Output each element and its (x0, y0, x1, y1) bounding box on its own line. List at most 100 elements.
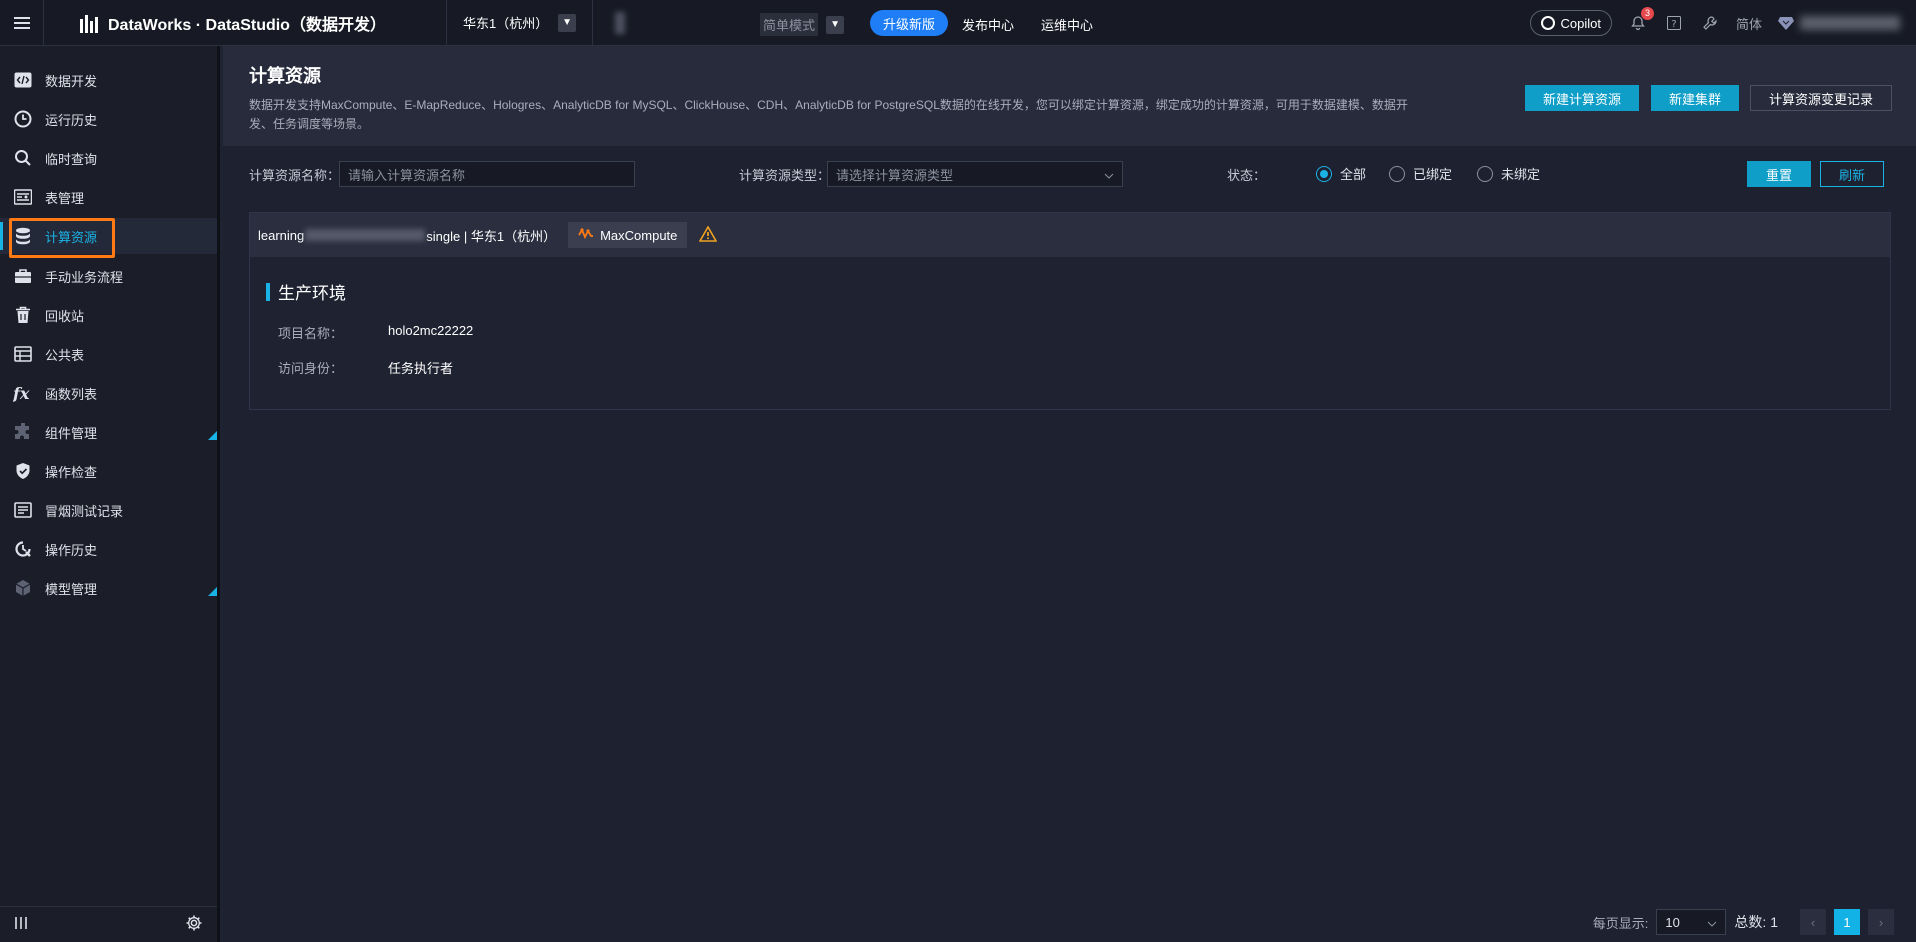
warning-icon[interactable] (699, 224, 718, 245)
status-radio-bound[interactable]: 已绑定 (1389, 164, 1452, 183)
sidebar-item-label: 公共表 (45, 347, 85, 363)
radio-unchecked-icon (1389, 165, 1405, 182)
field-access-identity: 访问身份： 任务执行者 (278, 358, 453, 377)
chevron-down-icon[interactable]: ▼ (558, 13, 576, 32)
page-number-button[interactable]: 1 (1834, 909, 1860, 935)
menu-toggle-icon[interactable] (0, 0, 44, 46)
region-selector[interactable]: 华东1（杭州） ▼ (447, 0, 593, 46)
sidebar-item-label: 手动业务流程 (45, 269, 124, 285)
sidebar-item-public-table[interactable]: 公共表 (0, 336, 217, 372)
status-radio-unbound[interactable]: 未绑定 (1477, 164, 1540, 183)
code-icon (13, 70, 33, 90)
language-switch[interactable]: 简体 (1736, 14, 1762, 33)
svg-text:fx: fx (13, 384, 30, 402)
status-option-label: 已绑定 (1413, 167, 1453, 182)
sidebar-item-label: 运行历史 (45, 112, 98, 128)
user-menu[interactable] (1778, 16, 1900, 30)
sidebar-item-label: 表管理 (45, 190, 85, 206)
expand-indicator-icon (208, 587, 217, 596)
nav-release-center[interactable]: 发布中心 (962, 15, 1014, 34)
sidebar-item-label: 数据开发 (45, 73, 98, 89)
page-size-select[interactable]: 10 (1656, 909, 1727, 935)
sidebar-item-label: 冒烟测试记录 (45, 503, 124, 519)
sidebar-item-model-manage[interactable]: 模型管理 (0, 570, 217, 606)
nav-ops-center[interactable]: 运维中心 (1041, 15, 1093, 34)
sidebar-item-smoke-test-log[interactable]: 冒烟测试记录 (0, 492, 217, 528)
status-radio-all[interactable]: 全部 (1316, 164, 1366, 183)
upgrade-button[interactable]: 升级新版 (870, 10, 949, 36)
radio-unchecked-icon (1477, 165, 1493, 182)
name-filter-input[interactable]: 请输入计算资源名称 (339, 161, 635, 187)
field-value: 任务执行者 (388, 361, 454, 376)
help-icon[interactable]: ? (1664, 13, 1684, 33)
dataworks-logo-icon (80, 13, 100, 33)
page-description: 数据开发支持MaxCompute、E-MapReduce、Hologres、An… (249, 98, 1408, 131)
table-manage-icon (13, 187, 33, 207)
type-filter-select[interactable]: 请选择计算资源类型 (827, 161, 1123, 187)
card-header: learning single | 华东1（杭州） MaxCompute (250, 213, 1890, 257)
shield-check-icon (13, 461, 33, 481)
bell-icon[interactable]: 3 (1628, 7, 1654, 33)
compute-resource-card: learning single | 华东1（杭州） MaxCompute 生产环… (249, 212, 1891, 410)
trash-icon (13, 305, 33, 325)
history-icon (13, 539, 33, 559)
type-filter-placeholder: 请选择计算资源类型 (836, 167, 954, 183)
refresh-button[interactable]: 刷新 (1820, 161, 1884, 187)
status-option-label: 全部 (1340, 167, 1367, 182)
sidebar-item-run-history[interactable]: 运行历史 (0, 101, 217, 137)
section-marker (266, 282, 270, 301)
sidebar-item-operation-check[interactable]: 操作检查 (0, 453, 217, 489)
reset-button[interactable]: 重置 (1747, 161, 1811, 187)
field-key: 项目名称： (278, 326, 344, 341)
workspace-selector[interactable] (615, 11, 625, 34)
sidebar-item-label: 操作检查 (45, 464, 98, 480)
status-filter-label: 状态： (1227, 168, 1267, 183)
briefcase-icon (13, 266, 33, 286)
sidebar-item-data-dev[interactable]: 数据开发 (0, 62, 217, 98)
wrench-icon[interactable] (1700, 13, 1720, 33)
next-page-icon[interactable]: › (1868, 909, 1894, 935)
sidebar-item-manual-workflow[interactable]: 手动业务流程 (0, 258, 217, 294)
engine-tag: MaxCompute (568, 222, 688, 248)
cube-icon (13, 578, 33, 598)
chevron-down-icon[interactable]: ▼ (826, 15, 845, 34)
sidebar-item-temp-query[interactable]: 临时查询 (0, 140, 217, 176)
main-content: 计算资源 数据开发支持MaxCompute、E-MapReduce、Hologr… (223, 46, 1916, 942)
maxcompute-icon (578, 226, 594, 245)
brand[interactable]: DataWorks · DataStudio（数据开发） (44, 0, 447, 46)
field-value: holo2mc22222 (388, 323, 474, 338)
sidebar-item-operation-history[interactable]: 操作历史 (0, 531, 217, 567)
prev-page-icon[interactable]: ‹ (1800, 909, 1826, 935)
mode-selector[interactable]: 简单模式 ▼ (760, 13, 845, 36)
new-cluster-button[interactable]: 新建集群 (1651, 85, 1740, 111)
resource-name-prefix: learning (258, 227, 305, 243)
gear-icon[interactable] (185, 914, 203, 935)
top-bar: DataWorks · DataStudio（数据开发） 华东1（杭州） ▼ 简… (0, 0, 1916, 46)
pagination: 每页显示: 10 总数: 1 ‹ 1 › (1593, 909, 1894, 935)
field-project-name: 项目名称： holo2mc22222 (278, 323, 473, 342)
sidebar-item-label: 回收站 (45, 308, 85, 324)
sidebar-footer (0, 906, 217, 942)
notification-badge: 3 (1640, 7, 1654, 20)
grid-table-icon (13, 344, 33, 364)
sidebar-item-component-manage[interactable]: 组件管理 (0, 414, 217, 450)
environment-title: 生产环境 (266, 279, 346, 304)
sidebar-item-recycle-bin[interactable]: 回收站 (0, 297, 217, 333)
resource-name[interactable]: learning single | 华东1（杭州） (258, 226, 556, 245)
collapse-columns-icon[interactable] (14, 916, 28, 933)
name-filter-label: 计算资源名称： (249, 168, 341, 183)
engine-label: MaxCompute (600, 227, 678, 243)
filter-bar: 计算资源名称： 请输入计算资源名称 计算资源类型： 请选择计算资源类型 状态： … (223, 146, 1916, 200)
sidebar-item-function-list[interactable]: fx 函数列表 (0, 375, 217, 411)
sidebar-item-table-manage[interactable]: 表管理 (0, 179, 217, 215)
mode-label: 简单模式 (760, 13, 819, 36)
change-log-button[interactable]: 计算资源变更记录 (1750, 85, 1893, 111)
copilot-button[interactable]: Copilot (1529, 10, 1612, 36)
field-key: 访问身份： (278, 361, 344, 376)
new-compute-resource-button[interactable]: 新建计算资源 (1525, 85, 1640, 111)
search-icon (13, 148, 33, 168)
vip-diamond-icon (1778, 17, 1794, 30)
clock-icon (13, 109, 33, 129)
page-header: 计算资源 数据开发支持MaxCompute、E-MapReduce、Hologr… (223, 46, 1916, 146)
type-filter-label: 计算资源类型： (739, 168, 831, 183)
